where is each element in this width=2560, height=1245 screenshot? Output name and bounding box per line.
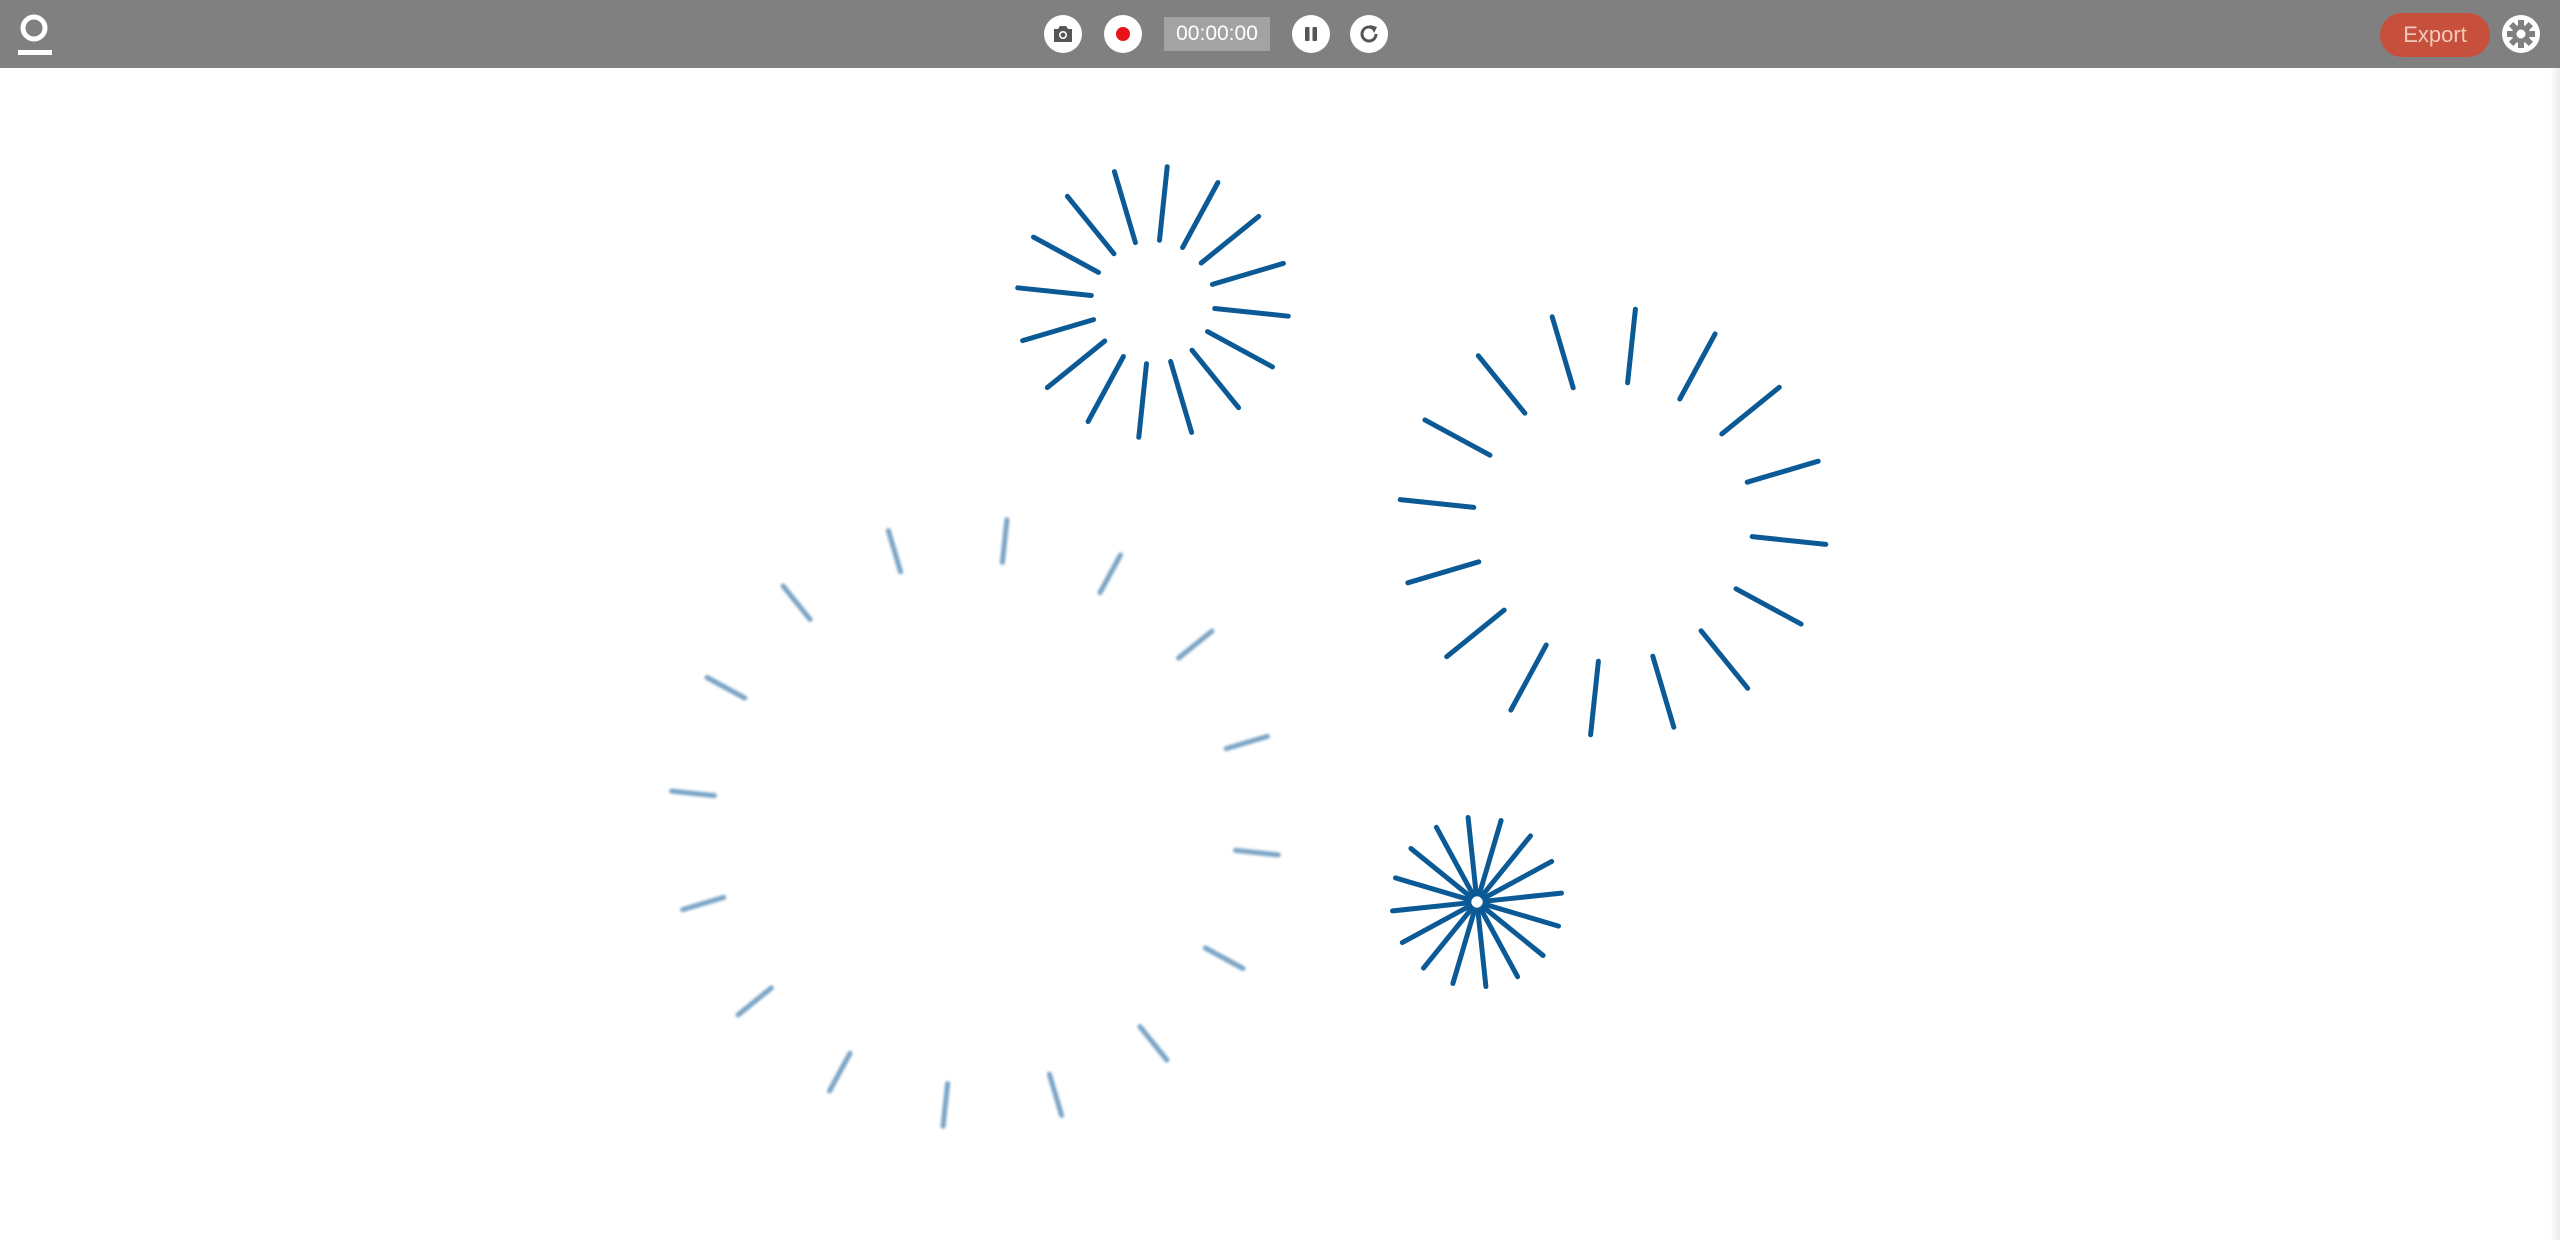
firework-spark <box>1136 361 1149 440</box>
timer-display: 00:00:00 <box>1164 17 1270 51</box>
firework-spark <box>1044 338 1108 391</box>
firework-spark <box>1233 847 1281 858</box>
firework-spark <box>1698 628 1751 691</box>
firework-spark <box>1475 353 1528 416</box>
playback-controls: 00:00:00 <box>1044 14 1388 54</box>
firework-burst-small <box>1390 815 1564 989</box>
firework-spark <box>735 985 774 1018</box>
firework-spark <box>1223 733 1270 752</box>
firework-spark <box>1137 1024 1170 1063</box>
firework-spark <box>1015 285 1094 298</box>
firework-spark <box>704 675 748 701</box>
record-button[interactable] <box>1104 15 1142 53</box>
firework-spark <box>1212 306 1291 319</box>
firework-spark <box>680 894 727 913</box>
firework-spark <box>1198 213 1262 266</box>
firework-spark <box>1020 317 1097 344</box>
firework-spark <box>1733 586 1804 627</box>
firework-spark <box>1475 907 1489 989</box>
top-toolbar: 00:00:00 Export <box>0 0 2560 68</box>
firework-spark <box>999 517 1010 565</box>
firework-spark <box>1031 234 1101 275</box>
firework-spark <box>1508 642 1549 713</box>
firework-spark <box>1205 329 1275 370</box>
fireworks-drawing <box>669 164 1829 1129</box>
firework-spark <box>1189 347 1242 411</box>
firework-burst-top <box>1015 164 1291 440</box>
pause-button[interactable] <box>1292 15 1330 53</box>
record-icon <box>1116 27 1130 41</box>
restart-button[interactable] <box>1350 15 1388 53</box>
firework-spark <box>1405 559 1482 586</box>
firework-spark <box>940 1081 951 1129</box>
firework-spark <box>1168 358 1195 435</box>
firework-spark <box>1209 260 1286 287</box>
firework-spark <box>780 583 813 622</box>
firework-spark <box>1157 164 1170 243</box>
firework-spark <box>1176 628 1215 661</box>
firework-spark <box>1719 384 1782 437</box>
gear-icon[interactable] <box>2500 13 2542 55</box>
firework-burst-large-faded <box>669 517 1281 1129</box>
firework-spark <box>1549 314 1576 391</box>
firework-spark <box>1677 331 1718 402</box>
firework-spark <box>1397 497 1477 510</box>
export-button[interactable]: Export <box>2380 13 2490 57</box>
firework-spark <box>669 788 717 799</box>
restart-icon <box>1360 25 1378 43</box>
firework-spark <box>1482 890 1564 904</box>
firework-spark <box>885 528 904 575</box>
firework-spark <box>1202 945 1246 971</box>
firework-spark <box>1046 1071 1065 1118</box>
firework-spark <box>1111 169 1138 246</box>
firework-spark <box>1390 900 1472 914</box>
firework-spark <box>1744 458 1821 485</box>
firework-spark <box>1097 552 1123 596</box>
firework-spark <box>1085 354 1126 424</box>
firework-burst-right <box>1397 306 1829 738</box>
firework-spark <box>1749 534 1829 547</box>
logo-icon[interactable] <box>16 12 54 58</box>
firework-spark <box>1650 653 1677 730</box>
screenshot-button[interactable] <box>1044 15 1082 53</box>
firework-spark <box>1064 193 1117 257</box>
camera-icon <box>1054 26 1072 42</box>
firework-spark <box>1625 306 1638 386</box>
firework-spark <box>1465 815 1479 897</box>
firework-spark <box>1588 658 1601 738</box>
firework-spark <box>827 1050 853 1094</box>
firework-spark <box>1422 417 1493 458</box>
firework-spark <box>1444 607 1507 660</box>
scroll-edge <box>2550 68 2560 1240</box>
pause-icon <box>1305 27 1317 41</box>
firework-spark <box>1180 180 1221 250</box>
animation-canvas[interactable] <box>0 68 2550 1240</box>
